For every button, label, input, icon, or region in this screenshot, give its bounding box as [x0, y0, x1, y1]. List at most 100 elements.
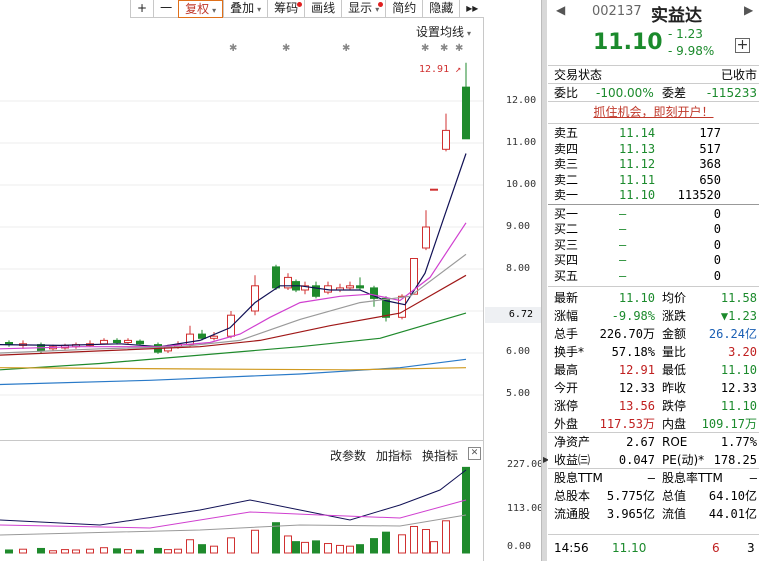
- quote-label: PE(动)*: [662, 453, 705, 467]
- volume-bar[interactable]: [336, 544, 344, 554]
- volume-bar[interactable]: [301, 541, 309, 554]
- volume-bar[interactable]: [382, 531, 390, 554]
- quote-label: 金额: [662, 327, 687, 341]
- volume-bar[interactable]: [19, 548, 27, 554]
- level-label: 买五: [554, 268, 579, 283]
- quote-value: -9.98%: [611, 309, 655, 323]
- volume-bar[interactable]: [186, 539, 194, 554]
- candle-body[interactable]: [422, 226, 430, 249]
- volume-bar[interactable]: [462, 466, 470, 554]
- add-watchlist-icon[interactable]: +: [735, 38, 750, 53]
- volume-bar[interactable]: [174, 548, 182, 554]
- add-indicator-button[interactable]: 加指标: [376, 447, 412, 464]
- candle-body[interactable]: [251, 285, 259, 312]
- tick-price: 11.10: [612, 541, 647, 555]
- volume-bar[interactable]: [154, 547, 162, 554]
- quote-row: 最高 12.91 最低 11.10: [548, 361, 759, 379]
- level-label: 卖五: [554, 126, 579, 140]
- kline-chart-area[interactable]: + 一复权 ▾ 叠加 ▾ 筹码 画线 显示 ▾ 简约 隐藏 ▸▸ 设置均线 ▾ ✱ ✱ ✱ ✱ ✱ ✱ …: [0, 0, 543, 561]
- candle-body[interactable]: [356, 285, 364, 289]
- volume-bar[interactable]: [227, 537, 235, 554]
- quote-value: 11.10: [720, 399, 757, 413]
- panel-splitter[interactable]: [541, 0, 547, 561]
- volume-bar[interactable]: [272, 522, 280, 554]
- close-icon[interactable]: ✕: [468, 447, 482, 460]
- volume-bar[interactable]: [113, 548, 121, 554]
- candle-body[interactable]: [227, 314, 235, 337]
- volume-bar[interactable]: [198, 544, 206, 554]
- quote-value: 64.10亿: [708, 489, 757, 503]
- switch-indicator-button[interactable]: 换指标: [422, 447, 458, 464]
- volume-bar[interactable]: [210, 545, 218, 554]
- candle-body[interactable]: [272, 266, 280, 289]
- candle-body[interactable]: [124, 339, 132, 343]
- quote-value: 12.33: [720, 381, 757, 395]
- level-label: 卖一: [554, 188, 579, 202]
- volume-bar[interactable]: [430, 541, 438, 554]
- order-book-row: 买四 — 0: [548, 253, 759, 269]
- level-volume: 517: [699, 141, 721, 156]
- y-axis-tick: 8.00: [506, 263, 531, 274]
- volume-bar[interactable]: [324, 543, 332, 554]
- quote-label: 股息率TTM: [662, 471, 723, 485]
- candle-body[interactable]: [346, 285, 354, 289]
- candle-body[interactable]: [210, 335, 218, 339]
- order-book-row: 买二 — 0: [548, 222, 759, 238]
- candlestick-plot[interactable]: [0, 0, 483, 561]
- quote-label: 涨跌: [662, 309, 687, 323]
- candle-body[interactable]: [100, 339, 108, 345]
- level-volume: 0: [713, 237, 721, 252]
- quote-label: 外盘: [554, 417, 579, 431]
- volume-bar[interactable]: [136, 549, 144, 554]
- prev-stock-icon[interactable]: ◀: [556, 3, 565, 17]
- volume-bar[interactable]: [356, 544, 364, 554]
- volume-bar[interactable]: [164, 549, 172, 554]
- price-change: - 1.23: [668, 27, 703, 41]
- candle-body[interactable]: [430, 188, 438, 191]
- volume-bar[interactable]: [292, 541, 300, 554]
- candle-body[interactable]: [113, 339, 121, 343]
- volume-bar[interactable]: [61, 549, 69, 554]
- volume-bar[interactable]: [5, 549, 13, 554]
- weicha-value: -115233: [706, 86, 757, 100]
- volume-bar[interactable]: [346, 545, 354, 554]
- quote-label: 总手: [554, 327, 579, 341]
- level-price: —: [619, 237, 627, 252]
- order-book-row: 买一 — 0: [548, 207, 759, 223]
- volume-bar[interactable]: [72, 549, 80, 554]
- level-label: 卖二: [554, 172, 579, 187]
- weibi-row: 委比 -100.00% 委差 -115233: [548, 84, 759, 102]
- volume-bar[interactable]: [86, 548, 94, 554]
- volume-axis-tick: 113.00: [507, 503, 544, 514]
- candle-body[interactable]: [462, 86, 470, 140]
- volume-bar[interactable]: [251, 529, 259, 554]
- candle-body[interactable]: [410, 258, 418, 295]
- volume-bar[interactable]: [312, 540, 320, 554]
- level-volume: 0: [713, 222, 721, 236]
- volume-bar[interactable]: [422, 529, 430, 554]
- candle-body[interactable]: [198, 333, 206, 339]
- y-axis-tick: 10.00: [506, 179, 537, 190]
- volume-bar[interactable]: [37, 547, 45, 554]
- volume-bar[interactable]: [442, 520, 450, 554]
- candle-body[interactable]: [186, 333, 194, 346]
- quote-value: 3.965亿: [606, 507, 655, 521]
- quote-row: 涨幅 -9.98% 涨跌 ▼1.23: [548, 307, 759, 325]
- volume-bar[interactable]: [100, 547, 108, 554]
- volume-bar[interactable]: [370, 538, 378, 554]
- volume-bar[interactable]: [49, 550, 57, 554]
- volume-bar[interactable]: [398, 534, 406, 554]
- volume-bar[interactable]: [124, 549, 132, 554]
- volume-bar[interactable]: [410, 525, 418, 554]
- edit-params-button[interactable]: 改参数: [330, 447, 366, 464]
- quote-value: 226.70万: [599, 327, 655, 341]
- y-axis-tick: 5.00: [506, 388, 531, 399]
- quote-value: 57.18%: [611, 345, 655, 359]
- level-label: 买一: [554, 206, 579, 221]
- candle-body[interactable]: [442, 129, 450, 150]
- candle-body[interactable]: [136, 340, 144, 345]
- quote-label: 今开: [554, 381, 579, 395]
- next-stock-icon[interactable]: ▶: [744, 3, 753, 17]
- open-account-link[interactable]: 抓住机会，即刻开户！: [548, 102, 759, 124]
- volume-bar[interactable]: [284, 535, 292, 554]
